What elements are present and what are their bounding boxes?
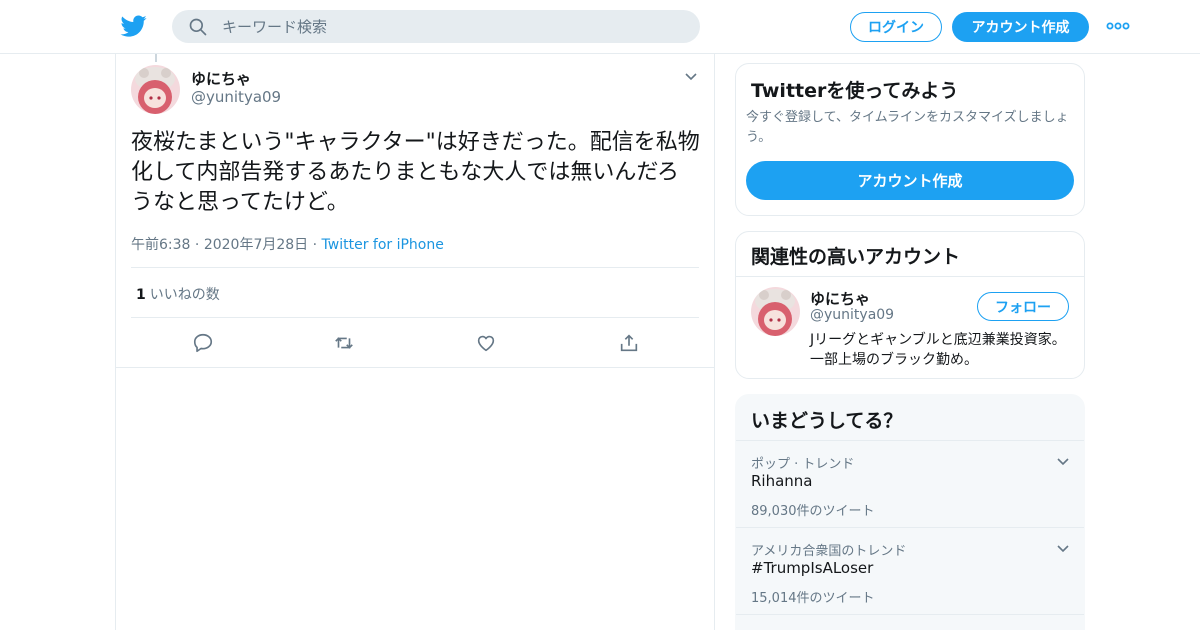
- main-column: ゆにちゃ @yunitya09 夜桜たまという"キャラクター"は好きだった。配信…: [115, 54, 715, 630]
- create-account-button[interactable]: アカウント作成: [952, 12, 1089, 42]
- related-account-avatar[interactable]: [751, 287, 800, 336]
- divider: [131, 317, 699, 318]
- search-icon: [189, 18, 207, 36]
- trend-tweet-count: 89,030件のツイート: [751, 504, 875, 519]
- chevron-down-icon[interactable]: [1056, 455, 1070, 469]
- retweet-icon[interactable]: [333, 332, 355, 354]
- trend-context: アメリカ合衆国のトレンド: [751, 544, 907, 559]
- login-button[interactable]: ログイン: [850, 12, 942, 42]
- like-count-label: いいねの数: [149, 287, 220, 303]
- divider: [131, 267, 699, 268]
- chevron-down-icon[interactable]: [1056, 542, 1070, 556]
- related-account-bio: Jリーグとギャンブルと底辺兼業投資家。一部上場のブラック勤め。: [810, 332, 1066, 368]
- twitter-bird-icon[interactable]: [120, 13, 148, 39]
- meta-separator: ·: [312, 237, 322, 253]
- meta-separator: ·: [194, 237, 204, 253]
- like-count: 1: [136, 287, 146, 303]
- chevron-down-icon[interactable]: [684, 70, 698, 84]
- signup-card: Twitterを使ってみよう 今すぐ登録して、タイムラインをカスタマイズしましょ…: [735, 63, 1085, 216]
- related-account-handle[interactable]: @yunitya09: [810, 307, 894, 323]
- avatar[interactable]: [131, 65, 180, 114]
- trends-title: いまどうしてる？: [751, 410, 903, 432]
- tweet-text: 夜桜たまという"キャラクター"は好きだった。配信を私物化して内部告発するあたりま…: [131, 130, 700, 215]
- author-handle[interactable]: @yunitya09: [191, 88, 281, 106]
- share-icon[interactable]: [618, 332, 640, 354]
- related-accounts-card: 関連性の高いアカウント ゆにちゃ @yunitya09 フォロー Jリーグとギャ…: [735, 231, 1085, 379]
- tweet-source-link[interactable]: Twitter for iPhone: [322, 237, 444, 253]
- author-name[interactable]: ゆにちゃ: [191, 68, 251, 89]
- top-bar: ログイン アカウント作成: [0, 0, 1200, 54]
- trend-context: ポップ · トレンド: [751, 457, 855, 472]
- trend-tweet-count: 15,014件のツイート: [751, 591, 875, 606]
- trends-card: いまどうしてる？ ポップ · トレンド Rihanna 89,030件のツイート…: [735, 394, 1085, 630]
- tweet-detail: ゆにちゃ @yunitya09 夜桜たまという"キャラクター"は好きだった。配信…: [116, 54, 714, 368]
- signup-card-title: Twitterを使ってみよう: [751, 80, 959, 102]
- related-accounts-title: 関連性の高いアカウント: [751, 246, 961, 268]
- trend-item[interactable]: ポップ · トレンド Rihanna 89,030件のツイート: [736, 441, 1084, 527]
- divider: [736, 276, 1084, 277]
- related-account-name[interactable]: ゆにちゃ: [810, 288, 870, 309]
- follow-button[interactable]: フォロー: [977, 292, 1069, 321]
- trend-name: #TrumpIsALoser: [751, 559, 874, 577]
- like-stats[interactable]: 1 いいねの数: [136, 284, 220, 304]
- like-icon[interactable]: [475, 332, 497, 354]
- search-box[interactable]: [172, 10, 700, 43]
- more-icon[interactable]: [1106, 18, 1130, 34]
- tweet-meta: 午前6:38 · 2020年7月28日 · Twitter for iPhone: [131, 234, 444, 254]
- divider: [736, 614, 1084, 615]
- search-input[interactable]: [222, 10, 682, 43]
- tweet-time[interactable]: 午前6:38: [131, 237, 190, 253]
- reply-icon[interactable]: [192, 332, 214, 354]
- tweet-date[interactable]: 2020年7月28日: [204, 237, 308, 253]
- signup-card-description: 今すぐ登録して、タイムラインをカスタマイズしましょう。: [746, 110, 1069, 145]
- signup-create-account-button[interactable]: アカウント作成: [746, 161, 1074, 200]
- trend-name: Rihanna: [751, 472, 813, 490]
- trend-item[interactable]: アメリカ合衆国のトレンド #TrumpIsALoser 15,014件のツイート: [736, 528, 1084, 614]
